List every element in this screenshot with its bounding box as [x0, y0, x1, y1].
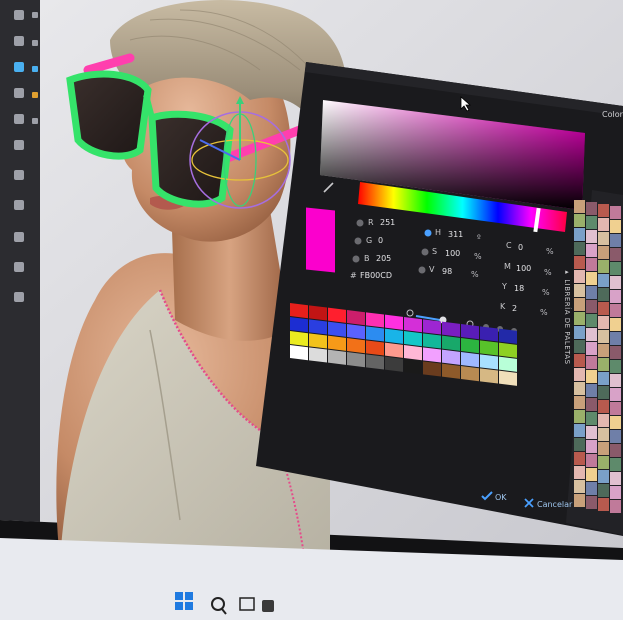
taskbar	[0, 538, 623, 620]
taskbar-app-icon[interactable]	[262, 600, 274, 612]
monitor-photo: R 251 G 0 B 205 # FB00CD H 311 º S 100 %…	[0, 0, 623, 620]
